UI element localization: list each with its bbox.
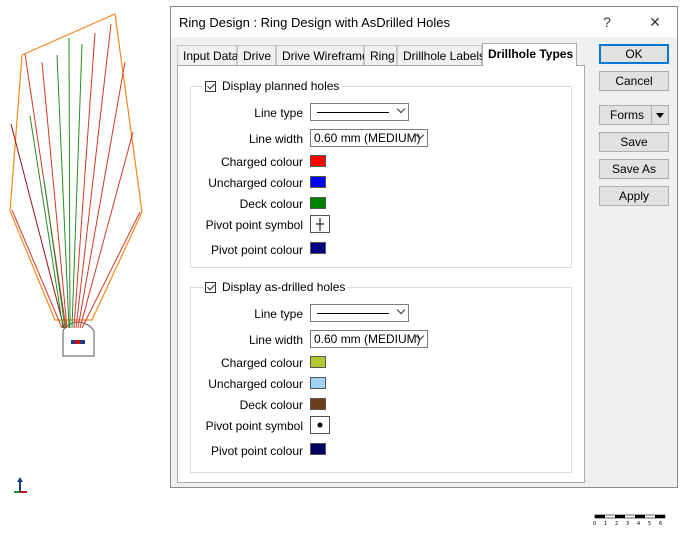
planned-line-width-select[interactable]: 0.60 mm (MEDIUM) xyxy=(310,129,428,147)
ok-button[interactable]: OK xyxy=(599,44,669,64)
planned-charged-label: Charged colour xyxy=(220,155,303,169)
planned-holes-checkbox[interactable] xyxy=(205,80,216,92)
planned-uncharged-swatch[interactable] xyxy=(310,176,326,188)
drilled-pivot-symbol-button[interactable] xyxy=(310,416,330,434)
dialog-title: Ring Design : Ring Design with AsDrilled… xyxy=(179,15,450,30)
tab-input-data[interactable]: Input Data xyxy=(177,45,238,65)
planned-line-type-select[interactable] xyxy=(310,103,409,121)
planned-deck-swatch[interactable] xyxy=(310,197,326,209)
planned-charged-swatch[interactable] xyxy=(310,155,326,167)
as-drilled-holes-checkbox-row[interactable]: Display as-drilled holes xyxy=(203,280,348,294)
solid-line-icon xyxy=(317,112,389,113)
chevron-down-icon xyxy=(396,104,406,114)
scale-tick-label: 0 xyxy=(593,521,597,527)
tab-ring[interactable]: Ring xyxy=(364,45,397,65)
drilled-charged-label: Charged colour xyxy=(220,356,303,370)
planned-deck-label: Deck colour xyxy=(239,197,303,211)
scale-bar-labels: 0 1 2 3 4 5 6 xyxy=(593,521,673,529)
drilled-charged-swatch[interactable] xyxy=(310,356,326,368)
planned-line-width-label: Line width xyxy=(248,132,303,146)
tab-drillhole-types[interactable]: Drillhole Types xyxy=(482,43,577,66)
drilled-line-type-select[interactable] xyxy=(310,304,409,322)
ring-design-dialog: Ring Design : Ring Design with AsDrilled… xyxy=(170,6,678,488)
drive-label-icon xyxy=(71,340,85,344)
as-drilled-holes-label: Display as-drilled holes xyxy=(222,280,346,294)
planned-pivot-colour-label: Pivot point colour xyxy=(210,243,303,257)
planned-pivot-symbol-button[interactable] xyxy=(310,215,330,233)
planned-pivot-symbol-label: Pivot point symbol xyxy=(205,218,303,232)
planned-line-type-label: Line type xyxy=(254,106,303,120)
close-button[interactable]: ✕ xyxy=(643,12,667,32)
scale-tick-label: 3 xyxy=(626,521,630,527)
drilled-line-type-label: Line type xyxy=(254,307,303,321)
help-button[interactable]: ? xyxy=(595,12,619,32)
planned-uncharged-label: Uncharged colour xyxy=(208,176,303,190)
dropdown-arrow-icon[interactable] xyxy=(651,106,668,124)
as-drilled-holes-checkbox[interactable] xyxy=(205,281,216,293)
forms-label: Forms xyxy=(610,108,644,122)
scale-tick-label: 1 xyxy=(604,521,608,527)
drilled-uncharged-label: Uncharged colour xyxy=(208,377,303,391)
drilled-line-width-select[interactable]: 0.60 mm (MEDIUM) xyxy=(310,330,428,348)
scale-tick-label: 5 xyxy=(648,521,652,527)
solid-line-icon xyxy=(317,313,389,314)
axis-triad-icon xyxy=(14,477,27,493)
planned-holes-label: Display planned holes xyxy=(222,79,340,93)
cancel-button[interactable]: Cancel xyxy=(599,71,669,91)
title-bar: Ring Design : Ring Design with AsDrilled… xyxy=(171,7,677,37)
drilled-pivot-colour-label: Pivot point colour xyxy=(210,444,303,458)
drilled-deck-swatch[interactable] xyxy=(310,398,326,410)
drilled-line-width-label: Line width xyxy=(248,333,303,347)
drilled-deck-label: Deck colour xyxy=(239,398,303,412)
planned-line-width-value: 0.60 mm (MEDIUM) xyxy=(314,131,421,145)
tab-drive-wireframe[interactable]: Drive Wireframe xyxy=(276,45,369,65)
ring-outline xyxy=(9,13,143,321)
drilled-uncharged-swatch[interactable] xyxy=(310,377,326,389)
drilled-pivot-colour-swatch[interactable] xyxy=(310,443,326,455)
tab-drillhole-labels[interactable]: Drillhole Labels xyxy=(397,45,485,65)
scale-tick-label: 6 xyxy=(659,521,663,527)
scale-tick-label: 4 xyxy=(637,521,641,527)
scale-bar xyxy=(594,514,666,519)
save-as-button[interactable]: Save As xyxy=(599,159,669,179)
dot-icon xyxy=(317,422,323,428)
drilled-pivot-symbol-label: Pivot point symbol xyxy=(205,419,303,433)
apply-button[interactable]: Apply xyxy=(599,186,669,206)
planned-holes xyxy=(10,23,141,329)
save-button[interactable]: Save xyxy=(599,132,669,152)
forms-split-button[interactable]: Forms xyxy=(599,105,669,125)
drillhole-types-panel: Display planned holes Line type Line wid… xyxy=(177,65,585,483)
chevron-down-icon xyxy=(396,305,406,315)
scale-tick-label: 2 xyxy=(615,521,619,527)
planned-holes-checkbox-row[interactable]: Display planned holes xyxy=(203,79,342,93)
tab-drive[interactable]: Drive xyxy=(237,45,276,65)
drilled-line-width-value: 0.60 mm (MEDIUM) xyxy=(314,332,421,346)
vertical-cross-icon xyxy=(316,218,324,231)
planned-pivot-colour-swatch[interactable] xyxy=(310,242,326,254)
